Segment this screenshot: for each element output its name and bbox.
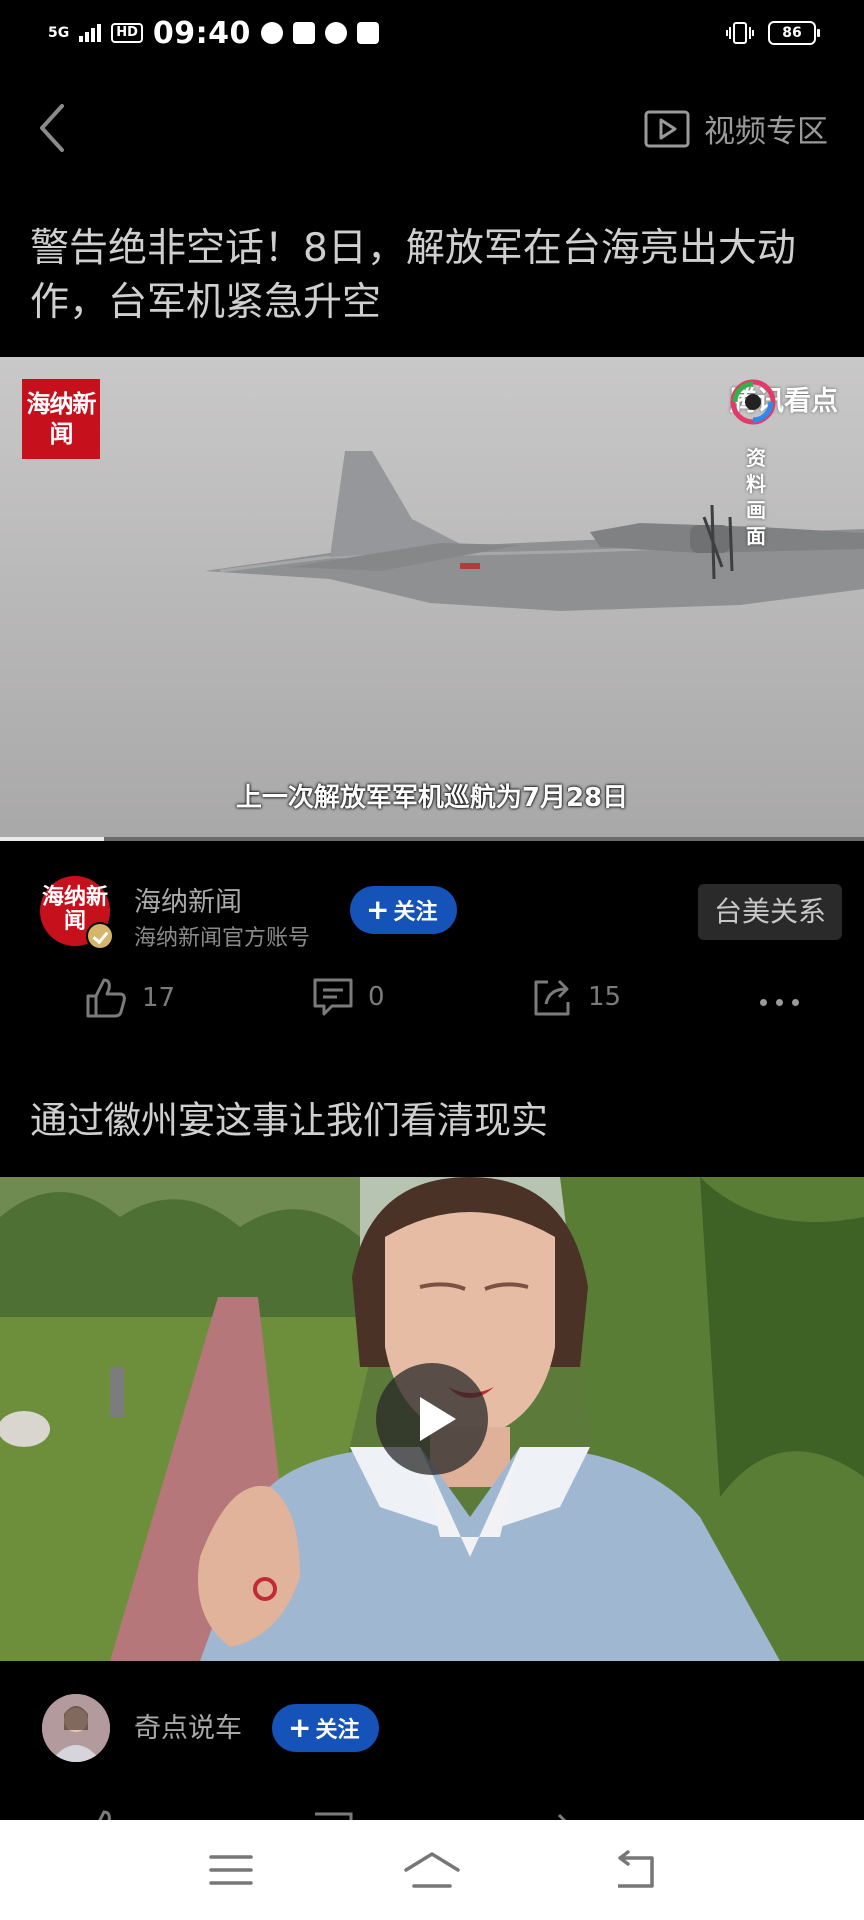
menu-button[interactable]: [196, 1842, 266, 1898]
avatar-image: [42, 1694, 110, 1762]
clock: 09:40: [152, 15, 251, 51]
more-options-button[interactable]: [760, 992, 808, 1012]
thumbs-up-icon: [86, 978, 126, 1018]
video-progress-fill: [0, 837, 104, 841]
hd-icon: HD: [111, 23, 143, 43]
author-row: 海纳新闻 海纳新闻 海纳新闻官方账号 + 关注 台美关系: [0, 862, 864, 962]
vibrate-icon: [726, 22, 754, 44]
author-name[interactable]: 奇点说车: [134, 1706, 242, 1745]
status-bar: 5G HD 09:40 86: [0, 0, 864, 66]
thumbs-up-icon: [98, 1810, 111, 1820]
home-icon: [404, 1852, 460, 1888]
plus-icon: +: [288, 1711, 312, 1744]
article-title[interactable]: 警告绝非空话！8日，解放军在台海亮出大动作，台军机紧急升空: [30, 222, 840, 330]
video-play-icon: [644, 110, 690, 147]
battery-icon: 86: [768, 21, 820, 45]
share-button[interactable]: 15: [530, 974, 621, 1020]
comment-icon: [313, 978, 353, 1016]
more-dot-icon: [792, 998, 799, 1006]
archive-footage-label: 资料画面: [746, 446, 766, 548]
follow-label: 关注: [315, 1718, 360, 1743]
share-icon: [557, 1813, 567, 1820]
follow-button[interactable]: + 关注: [272, 1704, 380, 1752]
follow-button[interactable]: + 关注: [350, 886, 458, 934]
mail-icon: [356, 22, 379, 44]
verified-badge-icon: [86, 922, 114, 950]
author-description: 海纳新闻官方账号: [134, 926, 311, 951]
article-title[interactable]: 通过徽州宴这事让我们看清现实: [30, 1090, 548, 1144]
more-dot-icon: [760, 998, 767, 1006]
comment-count: 0: [368, 982, 385, 1012]
compass-icon: [260, 22, 283, 44]
avatar[interactable]: [42, 1694, 110, 1762]
author-name[interactable]: 海纳新闻: [134, 880, 242, 919]
comment-button[interactable]: 0: [310, 974, 385, 1020]
plus-icon: +: [366, 893, 390, 926]
system-navigation-bar: [0, 1820, 864, 1920]
video-player[interactable]: 海纳新闻 腾讯看点 资料画面 上一次解放军军机巡航为7月28日: [0, 357, 864, 841]
platform-logo: 腾讯看点: [730, 379, 838, 425]
news-badge: 海纳新闻: [22, 379, 100, 459]
like-count: 17: [142, 983, 176, 1013]
back-button[interactable]: [28, 98, 78, 158]
action-row: 17 0 15: [0, 974, 864, 1044]
chevron-left-icon: [40, 104, 64, 152]
signal-icon: [79, 24, 102, 42]
video-player[interactable]: [0, 1177, 864, 1661]
home-button[interactable]: [397, 1842, 467, 1898]
topic-tag[interactable]: 台美关系: [697, 884, 842, 940]
back-nav-button[interactable]: [598, 1842, 668, 1898]
book-icon: [292, 22, 315, 44]
return-icon: [618, 1850, 655, 1888]
comment-icon: [315, 1812, 353, 1820]
network-type: 5G: [48, 25, 70, 41]
video-zone-label: 视频专区: [704, 114, 828, 150]
app-icon: [324, 22, 347, 44]
play-button[interactable]: [376, 1363, 488, 1475]
video-subtitle: 上一次解放军军机巡航为7月28日: [235, 783, 629, 813]
menu-icon: [208, 1855, 253, 1885]
author-row: 奇点说车 + 关注: [0, 1680, 864, 1780]
video-frame-aircraft: [0, 357, 864, 841]
video-zone-link[interactable]: 视频专区: [644, 106, 828, 151]
like-button[interactable]: 17: [82, 974, 175, 1022]
follow-label: 关注: [393, 900, 438, 925]
eye-logo-icon: [730, 379, 776, 425]
share-icon: [534, 979, 570, 1016]
more-dot-icon: [776, 998, 783, 1006]
video-progress-bar[interactable]: [0, 837, 864, 841]
share-count: 15: [588, 982, 622, 1012]
action-row-partial: [0, 1796, 864, 1820]
